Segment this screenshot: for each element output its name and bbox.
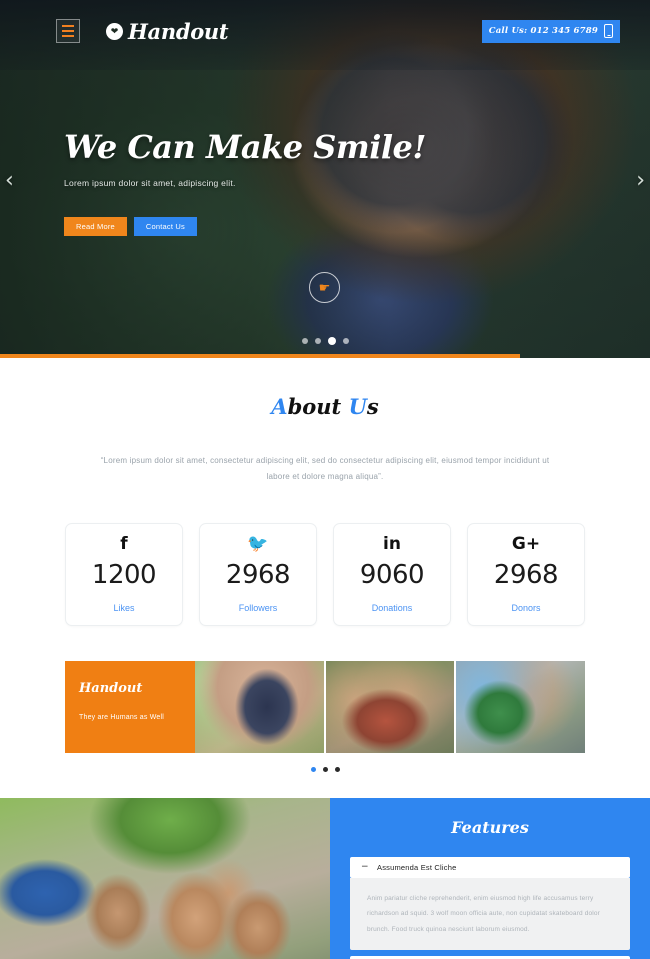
- hamburger-bar: [62, 25, 74, 27]
- site-header: ❤ Handout Call Us: 012 345 6789: [0, 0, 650, 62]
- stat-card-followers[interactable]: 🐦 2968 Followers: [199, 523, 317, 626]
- hero-dot[interactable]: [342, 338, 349, 344]
- carousel-next-arrow-icon[interactable]: ›: [636, 170, 645, 192]
- accordion-item-assumenda: − Assumenda Est Cliche Anim pariatur cli…: [350, 857, 630, 950]
- minus-icon: −: [361, 862, 369, 872]
- gallery-dot[interactable]: [334, 767, 340, 772]
- twitter-icon: 🐦: [247, 533, 269, 554]
- gallery-dot-active[interactable]: [310, 767, 316, 772]
- stat-label: Likes: [113, 603, 135, 613]
- carousel-prev-arrow-icon[interactable]: ‹: [5, 170, 14, 192]
- hero-section: ❤ Handout Call Us: 012 345 6789 We Can M…: [0, 0, 650, 358]
- features-title: Features: [451, 818, 529, 837]
- gallery-carousel-dots: [0, 767, 650, 798]
- call-us-button[interactable]: Call Us: 012 345 6789: [481, 19, 620, 43]
- accordion-label: Assumenda Est Cliche: [377, 863, 457, 872]
- gallery-strip: [195, 661, 585, 753]
- hero-dot-active[interactable]: [327, 337, 336, 345]
- about-title-bout: bout: [287, 394, 349, 419]
- stat-label: Donors: [511, 603, 541, 613]
- google-plus-icon: G+: [511, 533, 541, 554]
- hamburger-bar: [62, 30, 74, 32]
- brand-logo[interactable]: ❤ Handout: [106, 18, 229, 44]
- stat-card-donors[interactable]: G+ 2968 Donors: [467, 523, 585, 626]
- stat-card-likes[interactable]: f 1200 Likes: [65, 523, 183, 626]
- social-stats: f 1200 Likes 🐦 2968 Followers in 9060 Do…: [0, 485, 650, 626]
- hand-pointer-icon: ☛: [309, 272, 340, 303]
- hamburger-bar: [62, 35, 74, 37]
- about-title-a: A: [271, 394, 288, 419]
- hero-progress-bar: [0, 354, 520, 358]
- about-title: About Us: [0, 394, 650, 419]
- banner-title: Handout: [79, 681, 143, 696]
- read-more-button[interactable]: Read More: [64, 217, 127, 236]
- stat-number: 2968: [493, 560, 559, 590]
- banner-subtitle: They are Humans as Well: [79, 714, 165, 721]
- gallery-image-children-group[interactable]: [325, 661, 455, 753]
- brand-name: Handout: [128, 18, 229, 44]
- mobile-phone-icon: [604, 24, 613, 38]
- stat-label: Donations: [371, 603, 413, 613]
- stat-number: 1200: [91, 560, 157, 590]
- linkedin-icon: in: [383, 533, 401, 554]
- hero-dot[interactable]: [314, 338, 321, 344]
- about-section: About Us “Lorem ipsum dolor sit amet, co…: [0, 358, 650, 798]
- accordion-header[interactable]: − Assumenda Est Cliche: [350, 857, 630, 878]
- call-us-label: Call Us: 012 345 6789: [488, 26, 598, 36]
- about-title-s: s: [366, 394, 379, 419]
- accordion-body: Anim pariatur cliche reprehenderit, enim…: [350, 878, 630, 950]
- features-photo: [0, 798, 330, 959]
- stat-label: Followers: [238, 603, 278, 613]
- hero-buttons: Read More Contact Us: [64, 217, 426, 236]
- hand-glyph: ☛: [318, 280, 331, 295]
- hero-copy: We Can Make Smile! Lorem ipsum dolor sit…: [64, 128, 426, 236]
- hero-title: We Can Make Smile!: [64, 128, 426, 166]
- features-accordion: − Assumenda Est Cliche Anim pariatur cli…: [350, 857, 630, 959]
- handout-banner-row: Handout They are Humans as Well: [65, 661, 585, 753]
- contact-us-button[interactable]: Contact Us: [133, 217, 198, 236]
- features-section: Features − Assumenda Est Cliche Anim par…: [0, 798, 650, 959]
- heart-icon: ❤: [106, 22, 123, 40]
- stat-number: 9060: [359, 560, 425, 590]
- hero-subtitle: Lorem ipsum dolor sit amet, adipiscing e…: [64, 178, 236, 188]
- gallery-image-bubbles[interactable]: [195, 661, 324, 753]
- gallery-image-two-children[interactable]: [456, 661, 585, 753]
- about-paragraph: “Lorem ipsum dolor sit amet, consectetur…: [100, 456, 550, 481]
- hamburger-icon[interactable]: [56, 19, 80, 43]
- about-title-u: U: [348, 394, 367, 419]
- handout-banner-card: Handout They are Humans as Well: [65, 661, 195, 753]
- stat-number: 2968: [225, 560, 291, 590]
- hero-dot[interactable]: [301, 338, 308, 344]
- hero-carousel-dots: [0, 337, 650, 345]
- facebook-icon: f: [120, 533, 128, 554]
- gallery-dot[interactable]: [322, 767, 328, 772]
- stat-card-donations[interactable]: in 9060 Donations: [333, 523, 451, 626]
- features-panel: Features − Assumenda Est Cliche Anim par…: [330, 798, 650, 959]
